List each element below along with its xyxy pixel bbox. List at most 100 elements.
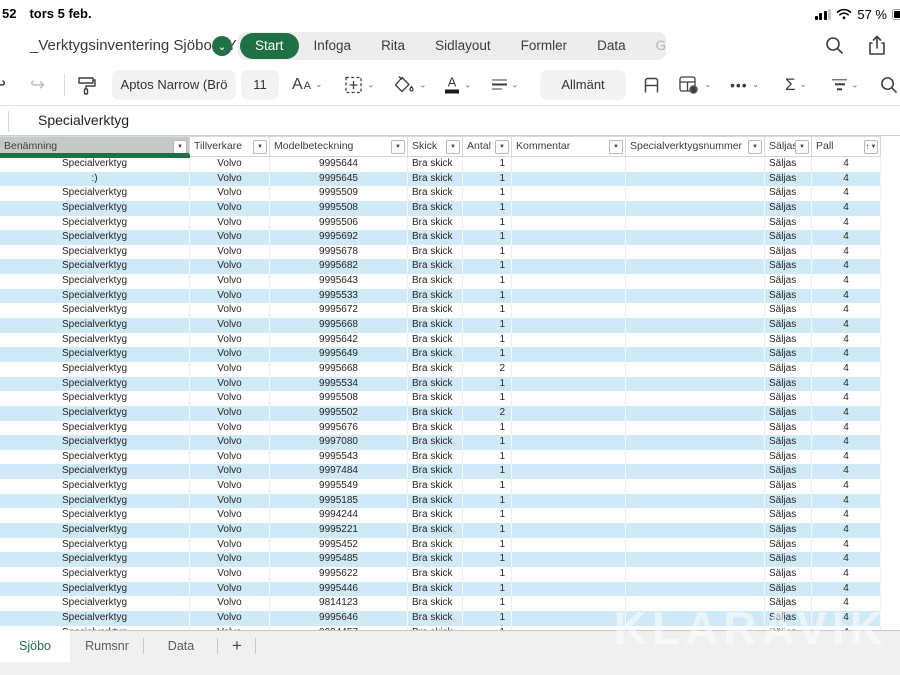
ribbon-tab-gransk[interactable]: Gransk [641, 33, 666, 59]
ribbon-tab-formler[interactable]: Formler [506, 33, 583, 59]
cell-modelbeteckning[interactable]: 9995509 [270, 186, 408, 201]
cell-antal[interactable]: 1 [463, 201, 512, 216]
cell-kommentar[interactable] [512, 596, 626, 611]
cell-specialverktygsnummer[interactable] [626, 333, 765, 348]
cell-antal[interactable]: 1 [463, 333, 512, 348]
cell-säljas[interactable]: Säljas [765, 186, 812, 201]
cell-kommentar[interactable] [512, 216, 626, 231]
cell-antal[interactable]: 1 [463, 552, 512, 567]
cell-skick[interactable]: Bra skick [408, 377, 463, 392]
cell-pall[interactable]: 4 [812, 582, 881, 597]
cell-pall[interactable]: 4 [812, 362, 881, 377]
cell-skick[interactable]: Bra skick [408, 421, 463, 436]
filter-dropdown-button[interactable]: ▼ [609, 140, 623, 154]
cell-specialverktygsnummer[interactable] [626, 157, 765, 172]
cell-specialverktygsnummer[interactable] [626, 347, 765, 362]
cell-benämning[interactable]: Specialverktyg [0, 362, 190, 377]
cell-tillverkare[interactable]: Volvo [190, 611, 270, 626]
cell-pall[interactable]: 4 [812, 216, 881, 231]
cell-antal[interactable]: 1 [463, 216, 512, 231]
cell-modelbeteckning[interactable]: 9995533 [270, 289, 408, 304]
cell-tillverkare[interactable]: Volvo [190, 362, 270, 377]
ribbon-tab-start[interactable]: Start [240, 33, 299, 59]
cell-antal[interactable]: 1 [463, 567, 512, 582]
more-options-button[interactable]: •••⌄ [730, 77, 759, 93]
search-icon[interactable] [825, 36, 844, 55]
cell-specialverktygsnummer[interactable] [626, 391, 765, 406]
cell-benämning[interactable]: Specialverktyg [0, 435, 190, 450]
fill-color-button[interactable]: ⌄ [394, 75, 427, 94]
cell-kommentar[interactable] [512, 391, 626, 406]
cell-tillverkare[interactable]: Volvo [190, 391, 270, 406]
sort-filter-button[interactable]: ⌄ [832, 79, 859, 90]
cell-skick[interactable]: Bra skick [408, 259, 463, 274]
cell-antal[interactable]: 1 [463, 508, 512, 523]
cell-modelbeteckning[interactable]: 9995534 [270, 377, 408, 392]
cell-antal[interactable]: 1 [463, 391, 512, 406]
cell-kommentar[interactable] [512, 538, 626, 553]
cell-benämning[interactable]: Specialverktyg [0, 289, 190, 304]
cell-specialverktygsnummer[interactable] [626, 421, 765, 436]
cell-specialverktygsnummer[interactable] [626, 274, 765, 289]
cell-tillverkare[interactable]: Volvo [190, 333, 270, 348]
cell-benämning[interactable]: Specialverktyg [0, 347, 190, 362]
cell-skick[interactable]: Bra skick [408, 611, 463, 626]
cell-benämning[interactable]: Specialverktyg [0, 377, 190, 392]
cell-tillverkare[interactable]: Volvo [190, 508, 270, 523]
cell-skick[interactable]: Bra skick [408, 464, 463, 479]
cell-benämning[interactable]: Specialverktyg [0, 582, 190, 597]
cell-skick[interactable]: Bra skick [408, 523, 463, 538]
cell-säljas[interactable]: Säljas [765, 596, 812, 611]
sheet-tab-data[interactable]: Data [144, 631, 218, 661]
cell-specialverktygsnummer[interactable] [626, 362, 765, 377]
cell-pall[interactable]: 4 [812, 377, 881, 392]
cell-säljas[interactable]: Säljas [765, 582, 812, 597]
cell-säljas[interactable]: Säljas [765, 377, 812, 392]
cell-benämning[interactable]: Specialverktyg [0, 421, 190, 436]
cell-specialverktygsnummer[interactable] [626, 406, 765, 421]
cell-säljas[interactable]: Säljas [765, 157, 812, 172]
cell-antal[interactable]: 1 [463, 347, 512, 362]
column-header-skick[interactable]: Skick▼ [408, 137, 463, 156]
cell-antal[interactable]: 1 [463, 289, 512, 304]
cell-benämning[interactable]: Specialverktyg [0, 274, 190, 289]
share-icon[interactable] [868, 35, 886, 56]
cell-säljas[interactable]: Säljas [765, 259, 812, 274]
cell-kommentar[interactable] [512, 245, 626, 260]
cell-kommentar[interactable] [512, 421, 626, 436]
cell-modelbeteckning[interactable]: 9995622 [270, 567, 408, 582]
cell-modelbeteckning[interactable]: 9997080 [270, 435, 408, 450]
cell-pall[interactable]: 4 [812, 435, 881, 450]
font-formatting-button[interactable]: AA⌄ [292, 76, 323, 94]
cell-kommentar[interactable] [512, 318, 626, 333]
cell-modelbeteckning[interactable]: 9995506 [270, 216, 408, 231]
cell-pall[interactable]: 4 [812, 333, 881, 348]
cell-modelbeteckning[interactable]: 9995645 [270, 172, 408, 187]
cell-säljas[interactable]: Säljas [765, 245, 812, 260]
cell-kommentar[interactable] [512, 230, 626, 245]
cell-modelbeteckning[interactable]: 9995185 [270, 494, 408, 509]
cell-skick[interactable]: Bra skick [408, 362, 463, 377]
filter-dropdown-button[interactable]: ▼ [795, 140, 809, 154]
cell-kommentar[interactable] [512, 259, 626, 274]
cell-benämning[interactable]: Specialverktyg [0, 552, 190, 567]
cell-pall[interactable]: 4 [812, 172, 881, 187]
cell-kommentar[interactable] [512, 582, 626, 597]
cell-kommentar[interactable] [512, 172, 626, 187]
cell-pall[interactable]: 4 [812, 508, 881, 523]
cell-skick[interactable]: Bra skick [408, 201, 463, 216]
cell-säljas[interactable]: Säljas [765, 494, 812, 509]
cell-tillverkare[interactable]: Volvo [190, 494, 270, 509]
cell-skick[interactable]: Bra skick [408, 172, 463, 187]
cell-tillverkare[interactable]: Volvo [190, 216, 270, 231]
column-header-säljas[interactable]: Säljas▼ [765, 137, 812, 156]
cell-benämning[interactable]: Specialverktyg [0, 201, 190, 216]
cell-modelbeteckning[interactable]: 9995643 [270, 274, 408, 289]
cell-kommentar[interactable] [512, 435, 626, 450]
cell-skick[interactable]: Bra skick [408, 406, 463, 421]
cell-säljas[interactable]: Säljas [765, 406, 812, 421]
cell-benämning[interactable]: Specialverktyg [0, 333, 190, 348]
cell-modelbeteckning[interactable]: 9995646 [270, 611, 408, 626]
cell-antal[interactable]: 1 [463, 303, 512, 318]
cell-skick[interactable]: Bra skick [408, 435, 463, 450]
